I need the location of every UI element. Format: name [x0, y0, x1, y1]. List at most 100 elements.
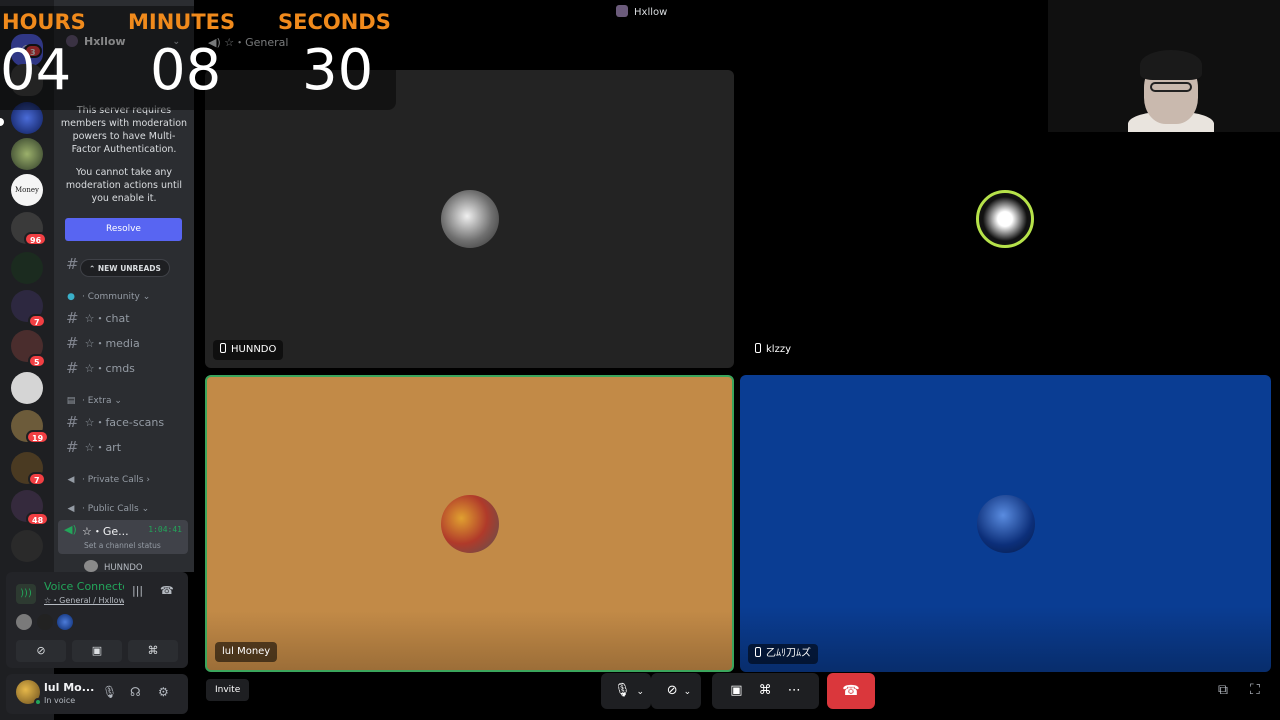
screen-share-button[interactable]: ▣ — [72, 640, 122, 662]
speaker-icon: ◀ — [67, 475, 75, 485]
online-status-dot — [34, 698, 42, 706]
fullscreen-icon[interactable]: ⛶ — [1250, 682, 1260, 698]
resolve-button[interactable]: Resolve — [65, 218, 182, 241]
phone-icon — [755, 343, 761, 353]
avatar — [440, 494, 499, 553]
participant-name: lul Money — [222, 646, 271, 657]
activity-button[interactable]: ⌘ — [128, 640, 178, 662]
hash-icon: # — [66, 309, 79, 327]
speaker-icon: ◀) — [64, 523, 77, 536]
participant-tile[interactable]: HUNNDO — [205, 70, 734, 368]
app-root: ◕ 3 Money 96 7 5 19 7 48 Hxllow ⌄ This s… — [0, 0, 1280, 720]
window-title-text: Hxllow — [634, 7, 668, 18]
activity-icon: ⌘ — [147, 644, 159, 657]
mic-icon[interactable]: 🎙 — [102, 685, 117, 699]
disconnect-icon[interactable]: ☎ — [160, 584, 174, 597]
gear-icon[interactable]: ⚙ — [158, 685, 169, 699]
phone-icon — [220, 343, 226, 353]
phone-icon — [755, 647, 761, 657]
webcam-hair — [1140, 50, 1202, 80]
camera-off-icon: ⊘ — [36, 644, 46, 657]
hash-icon: # — [66, 359, 79, 377]
window-title: Hxllow — [616, 5, 667, 18]
action-controls: ▣ ⌘ ⋯ — [712, 673, 819, 709]
category-label: Public Calls — [87, 504, 139, 514]
participant-name-tag: lul Money — [215, 642, 278, 662]
screen-share-icon[interactable]: ▣ — [730, 673, 742, 709]
server-folder[interactable] — [11, 252, 43, 284]
server-icon[interactable] — [11, 138, 43, 170]
chevron-down-icon: ⌄ — [636, 687, 645, 697]
hours-value: 04 — [0, 38, 72, 103]
speaker-icon: ◀ — [67, 504, 75, 514]
folder-icon: ▤ — [66, 396, 76, 406]
avatar — [37, 614, 53, 630]
avatar — [84, 560, 98, 572]
mfa-notice-text: You cannot take any moderation actions u… — [65, 167, 183, 204]
category-extra[interactable]: ▤ · Extra ⌄ — [66, 396, 122, 406]
globe-icon: ● — [67, 292, 75, 302]
voice-channel-general[interactable]: ◀) ☆・Ge... 1:04:41 Set a channel status — [58, 520, 188, 554]
new-unreads-pill[interactable]: ⌃ NEW UNREADS — [80, 259, 170, 277]
mic-control[interactable]: 🎙 ⌄ — [601, 673, 651, 709]
participant-name-tag: 乙ﾑﾘ刀ﾑズ — [748, 644, 818, 664]
camera-off-button[interactable]: ⊘ — [16, 640, 66, 662]
webcam-overlay — [1048, 0, 1280, 132]
minutes-label: MINUTES — [128, 10, 236, 34]
server-icon[interactable] — [11, 372, 43, 404]
server-logo — [616, 5, 628, 17]
headphones-icon[interactable]: ☊ — [130, 685, 141, 699]
more-icon[interactable]: ⋯ — [788, 673, 801, 709]
server-badge: 7 — [28, 314, 46, 328]
server-icon-money[interactable]: Money — [11, 174, 43, 206]
new-unreads-label: NEW UNREADS — [97, 264, 161, 273]
channel-art[interactable]: # ☆・art — [66, 438, 121, 456]
camera-control[interactable]: ⊘ ⌄ — [651, 673, 701, 709]
mfa-notice-text: This server requires members with modera… — [60, 105, 188, 155]
channel-status-placeholder[interactable]: Set a channel status — [84, 541, 161, 550]
participant-name: klzzy — [766, 344, 791, 355]
minutes-value: 08 — [150, 38, 222, 103]
category-public-calls[interactable]: ◀ · Public Calls ⌄ — [66, 504, 150, 514]
server-badge: 48 — [26, 512, 50, 526]
chevron-down-icon: ⌄ — [683, 687, 692, 697]
webcam-glasses — [1150, 82, 1192, 92]
avatar — [16, 614, 32, 630]
seconds-value: 30 — [302, 38, 374, 103]
mfa-notice: This server requires members with modera… — [60, 104, 188, 205]
voice-connected-status: Voice Connected — [44, 580, 124, 593]
money-label: Money — [15, 186, 39, 194]
invite-button[interactable]: Invite — [206, 679, 250, 701]
channel-chat[interactable]: # ☆・chat — [66, 309, 130, 327]
avatar — [976, 190, 1034, 248]
activity-icon[interactable]: ⌘ — [759, 673, 772, 709]
participant-name: HUNNDO — [231, 344, 277, 355]
participant-name: 乙ﾑﾘ刀ﾑズ — [766, 648, 811, 659]
server-icon[interactable] — [11, 530, 43, 562]
popout-icon[interactable]: ⧉ — [1218, 682, 1228, 698]
category-private-calls[interactable]: ◀ · Private Calls › — [66, 475, 150, 485]
hash-icon: # — [66, 413, 79, 431]
hash-icon: # — [66, 255, 79, 273]
voice-channel-name: ☆・Ge... — [82, 525, 129, 538]
participant-tile[interactable]: 乙ﾑﾘ刀ﾑズ — [740, 375, 1271, 672]
channel-label: ☆・chat — [84, 312, 130, 325]
voice-connected-panel: ))) Voice Connected ☆・General / Hxllow |… — [6, 572, 188, 668]
category-community[interactable]: ● · Community ⌄ — [66, 292, 150, 302]
user-name: lul Mo... — [44, 681, 95, 694]
channel-label: ☆・art — [84, 441, 122, 454]
category-label: Community — [87, 292, 140, 302]
voice-location-link[interactable]: ☆・General / Hxllow — [44, 595, 124, 606]
channel-label: ☆・face-scans — [84, 416, 165, 429]
hash-icon: # — [66, 334, 79, 352]
voice-channel-timer: 1:04:41 — [148, 525, 182, 534]
waveform-icon[interactable]: ||| — [132, 584, 143, 597]
channel-cmds[interactable]: # ☆・cmds — [66, 359, 135, 377]
channel-media[interactable]: # ☆・media — [66, 334, 140, 352]
signal-icon[interactable]: ))) — [16, 584, 36, 604]
mic-icon: 🎙 — [613, 683, 631, 698]
screen-share-icon: ▣ — [91, 644, 103, 657]
leave-call-button[interactable]: ☎ — [827, 673, 875, 709]
channel-face-scans[interactable]: # ☆・face-scans — [66, 413, 164, 431]
participant-tile-speaking[interactable]: lul Money — [205, 375, 734, 672]
